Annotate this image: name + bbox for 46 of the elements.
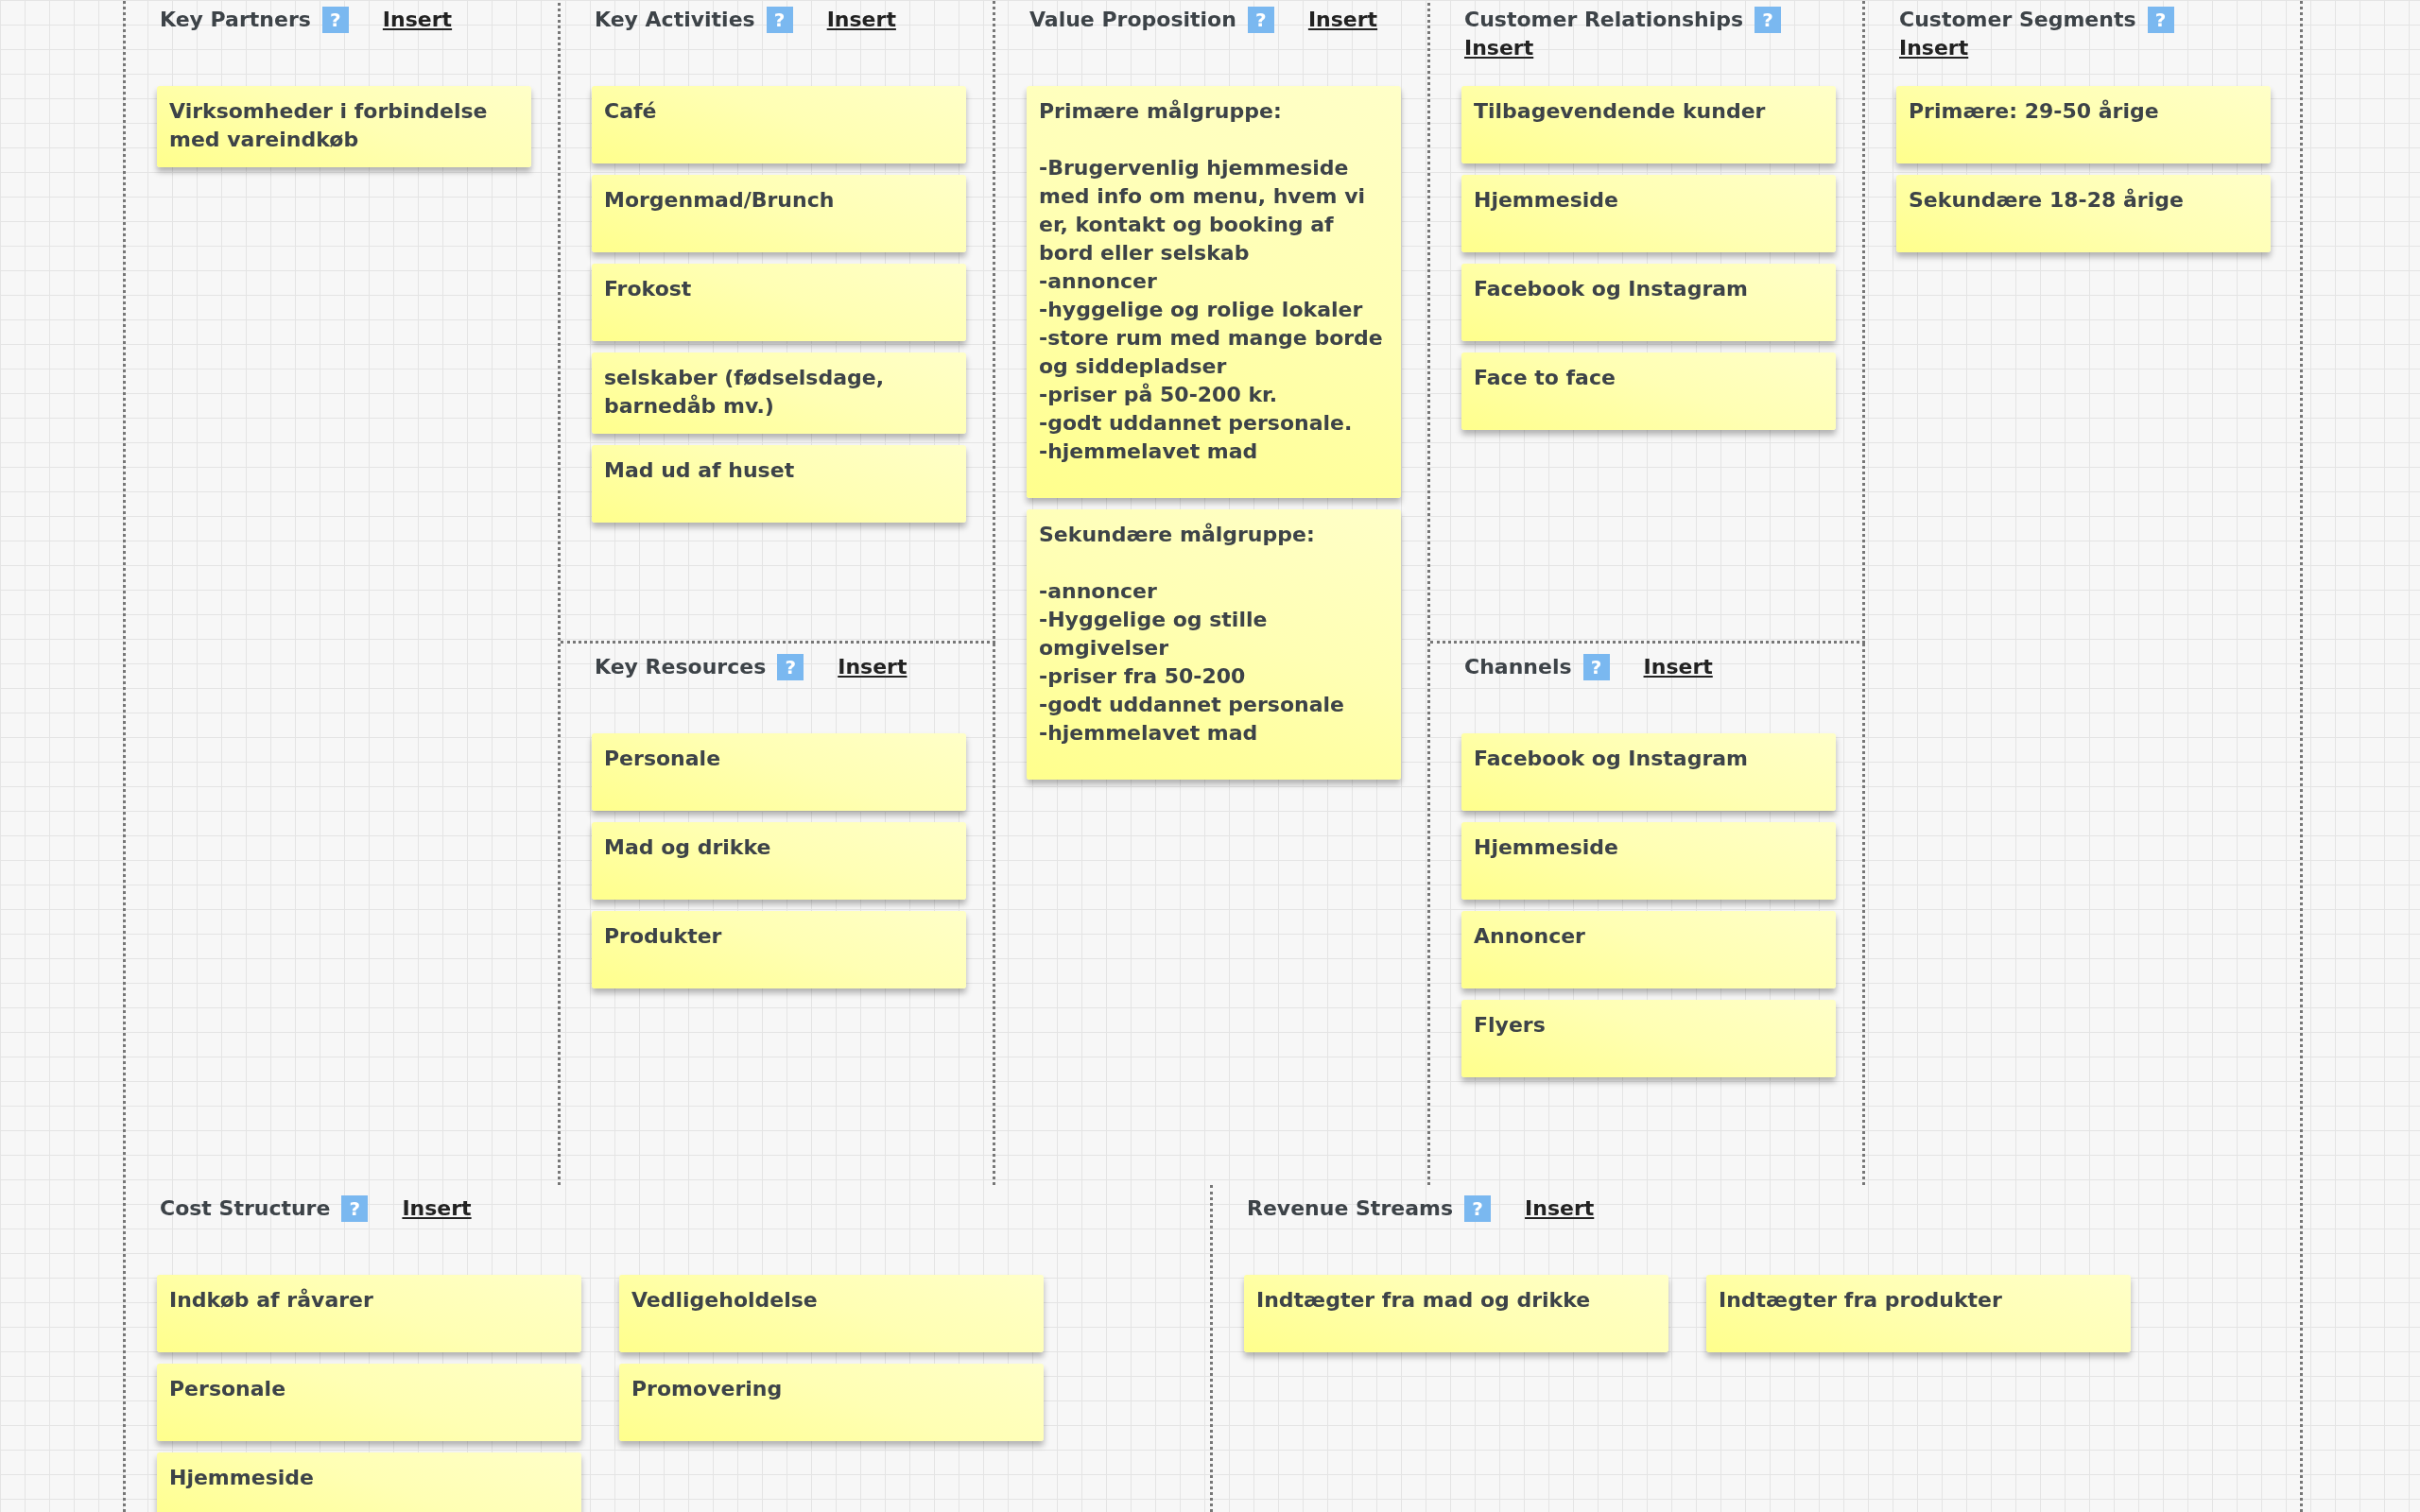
- insert-link[interactable]: Insert: [1307, 6, 1378, 34]
- sticky-note[interactable]: Morgenmad/Brunch: [592, 175, 966, 252]
- sticky-note[interactable]: Facebook og Instagram: [1461, 264, 1836, 341]
- section-title: Value Proposition: [1029, 7, 1236, 33]
- sticky-note[interactable]: Promovering: [619, 1364, 1044, 1441]
- insert-link[interactable]: Insert: [838, 653, 908, 681]
- sticky-note[interactable]: Indtægter fra mad og drikke: [1244, 1275, 1668, 1352]
- sticky-note[interactable]: Produkter: [592, 911, 966, 988]
- sticky-note[interactable]: Face to face: [1461, 352, 1836, 430]
- sticky-note[interactable]: Hjemmeside: [1461, 175, 1836, 252]
- section-title: Key Partners: [160, 7, 311, 33]
- section-title: Key Resources: [595, 654, 767, 680]
- sticky-note[interactable]: Frokost: [592, 264, 966, 341]
- insert-link[interactable]: Insert: [826, 6, 896, 34]
- sticky-note[interactable]: Mad og drikke: [592, 822, 966, 900]
- sticky-note[interactable]: selskaber (fødselsdage, barnedåb mv.): [592, 352, 966, 434]
- sticky-note[interactable]: Hjemmeside: [1461, 822, 1836, 900]
- section-title: Key Activities: [595, 7, 755, 33]
- insert-link[interactable]: Insert: [1899, 34, 1969, 62]
- insert-link[interactable]: Insert: [382, 6, 453, 34]
- sticky-note[interactable]: Indkøb af råvarer: [157, 1275, 581, 1352]
- sticky-note[interactable]: Primære: 29-50 årige: [1896, 86, 2271, 163]
- sticky-note[interactable]: Flyers: [1461, 1000, 1836, 1077]
- insert-link[interactable]: Insert: [1464, 34, 1534, 62]
- sticky-note[interactable]: Café: [592, 86, 966, 163]
- sticky-note[interactable]: Personale: [157, 1364, 581, 1441]
- section-title: Revenue Streams: [1247, 1195, 1454, 1222]
- sticky-note[interactable]: Tilbagevendende kunder: [1461, 86, 1836, 163]
- sticky-note[interactable]: Mad ud af huset: [592, 445, 966, 523]
- sticky-note[interactable]: Personale: [592, 733, 966, 811]
- insert-link[interactable]: Insert: [1643, 653, 1713, 681]
- sticky-note[interactable]: Hjemmeside: [157, 1452, 581, 1512]
- sticky-note[interactable]: Indtægter fra produkter: [1706, 1275, 2131, 1352]
- sticky-note[interactable]: Virksomheder i forbindelse med vareindkøb: [157, 86, 531, 167]
- insert-link[interactable]: Insert: [402, 1194, 472, 1223]
- sticky-note[interactable]: Facebook og Instagram: [1461, 733, 1836, 811]
- sticky-note[interactable]: Annoncer: [1461, 911, 1836, 988]
- section-title: Customer Relationships: [1464, 7, 1744, 33]
- insert-link[interactable]: Insert: [1525, 1194, 1595, 1223]
- section-title: Customer Segments: [1899, 7, 2136, 33]
- sticky-note[interactable]: Primære målgruppe: -Brugervenlig hjemmeside med info om menu, hvem vi er, kontakt og booking af bord eller selskab -annoncer -hyggelige og rolige lokaler -store rum med mange borde og siddepladser -priser på 50-200 kr. -godt uddannet personale. -hjemmelavet mad: [1027, 86, 1401, 498]
- sticky-note[interactable]: Sekundære 18-28 årige: [1896, 175, 2271, 252]
- sticky-note[interactable]: Vedligeholdelse: [619, 1275, 1044, 1352]
- section-title: Cost Structure: [160, 1195, 331, 1222]
- sticky-note[interactable]: Sekundære målgruppe: -annoncer -Hyggelige og stille omgivelser -priser fra 50-200 -godt uddannet personale -hjemmelavet mad: [1027, 509, 1401, 780]
- section-title: Channels: [1464, 654, 1572, 680]
